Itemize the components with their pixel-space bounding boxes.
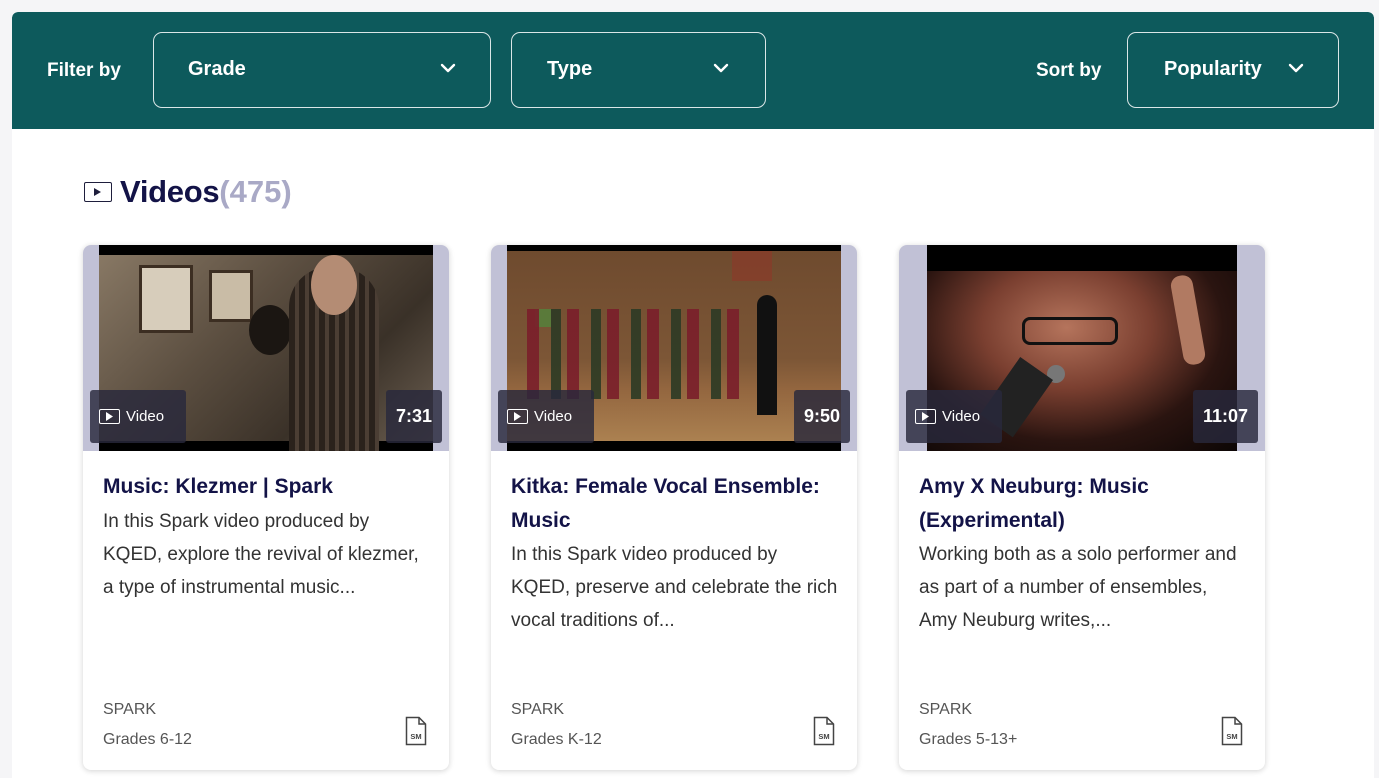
sort-dropdown-value: Popularity [1164,58,1262,80]
chevron-down-icon [1288,63,1304,73]
grade-dropdown-label: Grade [188,58,246,80]
type-dropdown-label: Type [547,58,593,80]
card-grades: Grades 6-12 [103,731,192,748]
resource-card[interactable]: Video 11:07 Amy X Neuburg: Music (Experi… [899,245,1265,770]
video-type-badge: Video [90,390,186,443]
video-icon [99,409,120,424]
svg-text:SM: SM [818,732,829,741]
sm-file-icon[interactable]: SM [813,716,835,746]
video-type-badge: Video [906,390,1002,443]
sort-by-label: Sort by [1036,60,1102,81]
duration-badge: 11:07 [1192,390,1258,443]
card-source: SPARK [511,701,565,718]
browse-panel: Filter by Grade Type Sort by Popularity … [12,12,1374,778]
video-icon [915,409,936,424]
section-title: Videos [120,174,220,209]
card-description: In this Spark video produced by KQED, pr… [511,544,838,631]
svg-text:SM: SM [410,732,421,741]
section-heading: Videos (475) [84,172,292,212]
svg-text:SM: SM [1226,732,1237,741]
video-thumbnail[interactable]: Video 11:07 [899,245,1265,451]
card-title[interactable]: Music: Klezmer | Spark [103,470,433,504]
card-title[interactable]: Kitka: Female Vocal Ensemble: Music [511,470,841,538]
grade-dropdown[interactable]: Grade [153,32,491,108]
card-source: SPARK [103,701,157,718]
resource-card[interactable]: Video 7:31 Music: Klezmer | Spark In thi… [83,245,449,770]
video-badge-label: Video [534,408,573,425]
video-badge-label: Video [126,408,165,425]
resource-card[interactable]: Video 9:50 Kitka: Female Vocal Ensemble:… [491,245,857,770]
card-grades: Grades K-12 [511,731,602,748]
video-thumbnail[interactable]: Video 9:50 [491,245,857,451]
video-play-icon [84,182,112,202]
video-badge-label: Video [942,408,981,425]
chevron-down-icon [713,63,729,73]
sm-file-icon[interactable]: SM [1221,716,1243,746]
card-source: SPARK [919,701,973,718]
video-type-badge: Video [498,390,594,443]
duration-badge: 9:50 [793,390,850,443]
video-icon [507,409,528,424]
filter-by-label: Filter by [47,60,121,81]
filter-bar: Filter by Grade Type Sort by Popularity [12,12,1374,129]
card-description: In this Spark video produced by KQED, ex… [103,511,419,598]
card-title[interactable]: Amy X Neuburg: Music (Experimental) [919,470,1249,538]
section-count: (475) [219,174,292,209]
duration-badge: 7:31 [385,390,442,443]
chevron-down-icon [440,63,456,73]
sort-dropdown[interactable]: Popularity [1127,32,1339,108]
card-grades: Grades 5-13+ [919,731,1018,748]
sm-file-icon[interactable]: SM [405,716,427,746]
type-dropdown[interactable]: Type [511,32,766,108]
video-thumbnail[interactable]: Video 7:31 [83,245,449,451]
card-description: Working both as a solo performer and as … [919,544,1237,631]
